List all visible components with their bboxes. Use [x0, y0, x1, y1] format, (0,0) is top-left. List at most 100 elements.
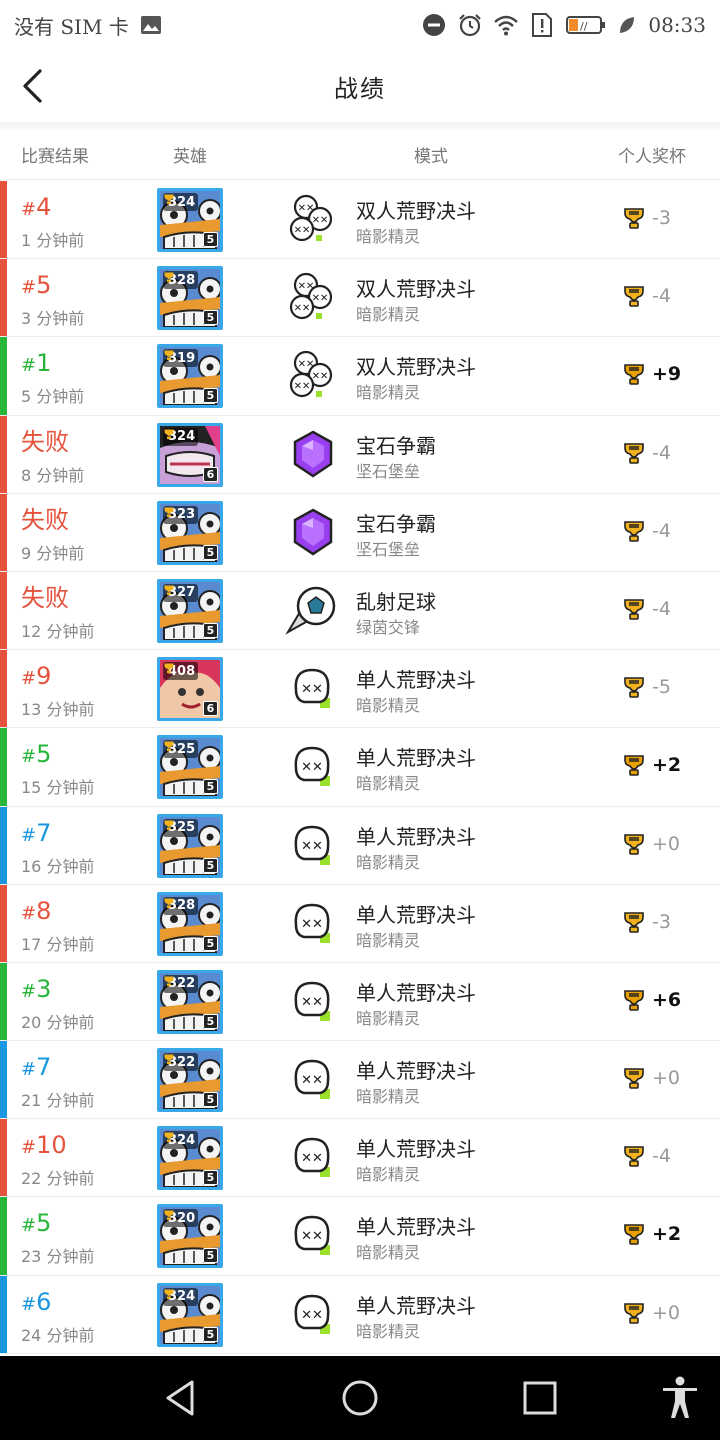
back-button[interactable] — [10, 64, 54, 108]
trophy-change: -5 — [652, 676, 671, 699]
rank-value: 失败 — [21, 505, 69, 534]
mode-name: 双人荒野决斗 — [356, 277, 476, 302]
hero-trophy-badge: 327 — [163, 583, 199, 602]
trophy-icon — [622, 597, 646, 621]
result-stripe — [0, 493, 7, 571]
svg-text:✕✕: ✕✕ — [312, 371, 329, 382]
column-trophy: 个人奖杯 — [618, 147, 686, 167]
rank-value: 1 — [36, 349, 52, 378]
rank-hash: # — [21, 355, 37, 377]
hero-avatar[interactable]: 325 5 — [157, 735, 223, 800]
match-rank: 失败 — [21, 506, 69, 537]
map-name: 绿茵交锋 — [356, 617, 421, 637]
column-hero: 英雄 — [173, 147, 207, 167]
hero-level-badge: 5 — [203, 544, 218, 560]
carrier-label: 没有 SIM 卡 — [14, 14, 129, 39]
trophy-change: -3 — [652, 207, 671, 229]
hero-trophy-badge: 324 — [163, 193, 199, 211]
hero-avatar[interactable]: 322 5 — [157, 969, 223, 1034]
hero-avatar[interactable]: 328 5 — [157, 266, 223, 331]
chevron-left-icon — [23, 69, 42, 103]
hero-avatar[interactable]: 324 5 — [157, 1126, 223, 1191]
rank-value: 10 — [36, 1131, 67, 1160]
match-row[interactable]: #5 3 分钟前 328 5 ✕✕ ✕✕ ✕✕ 双人荒野决斗 暗影精灵 -4 — [0, 259, 720, 338]
leaf-icon — [618, 13, 636, 37]
match-rank: #5 — [21, 271, 51, 302]
match-time: 12 分钟前 — [21, 621, 95, 641]
hero-avatar[interactable]: 324 5 — [157, 188, 223, 252]
match-row[interactable]: #10 22 分钟前 324 5 ✕✕ 单人荒野决斗 暗影精灵 -4 — [0, 1119, 720, 1198]
hero-avatar[interactable]: 322 5 — [157, 1048, 223, 1113]
hero-trophy-badge: 325 — [163, 818, 199, 837]
mode-name: 单人荒野决斗 — [356, 902, 476, 927]
trophy-icon — [622, 1066, 646, 1090]
match-time: 23 分钟前 — [21, 1247, 95, 1267]
match-row[interactable]: #1 5 分钟前 319 5 ✕✕ ✕✕ ✕✕ 双人荒野决斗 暗影精灵 +9 — [0, 337, 720, 416]
match-row[interactable]: #4 1 分钟前 324 5 ✕✕ ✕✕ ✕✕ 双人荒野决斗 暗影精灵 -3 — [0, 181, 720, 260]
svg-text:✕✕: ✕✕ — [294, 225, 311, 236]
mode-name: 单人荒野决斗 — [356, 668, 476, 693]
match-row[interactable]: #7 21 分钟前 322 5 ✕✕ 单人荒野决斗 暗影精灵 +0 — [0, 1041, 720, 1120]
hero-level-badge: 5 — [203, 1013, 218, 1029]
hero-avatar[interactable]: 324 5 — [157, 1282, 223, 1347]
trophy-change: -4 — [652, 285, 671, 308]
app-root: 没有 SIM 卡 // 08:33 战绩 比赛结果 英雄 模式 个人奖杯 #4 … — [0, 0, 720, 1440]
match-time: 5 分钟前 — [21, 387, 85, 407]
rank-hash: # — [21, 902, 37, 924]
result-stripe — [0, 806, 7, 884]
trophy-icon — [622, 675, 646, 699]
hero-avatar[interactable]: 320 5 — [157, 1204, 223, 1269]
map-name: 暗影精灵 — [356, 1087, 421, 1107]
match-row[interactable]: #5 23 分钟前 320 5 ✕✕ 单人荒野决斗 暗影精灵 +2 — [0, 1197, 720, 1276]
hero-trophy-badge: 324 — [163, 1131, 199, 1150]
sim-alert-icon — [530, 13, 554, 37]
hero-level-badge: 5 — [203, 388, 218, 404]
match-time: 13 分钟前 — [21, 700, 95, 720]
hero-avatar[interactable]: 324 6 — [157, 422, 223, 487]
mode-name: 宝石争霸 — [356, 433, 436, 458]
trophy-icon — [622, 1301, 646, 1325]
hero-avatar[interactable]: 323 5 — [157, 500, 223, 565]
match-row[interactable]: #7 16 分钟前 325 5 ✕✕ 单人荒野决斗 暗影精灵 +0 — [0, 806, 720, 885]
nav-home-button[interactable] — [336, 1374, 384, 1422]
hero-avatar[interactable]: 408 6 — [157, 657, 223, 722]
navigation-bar — [0, 1356, 720, 1440]
result-stripe — [0, 415, 7, 493]
trophy-icon — [622, 910, 646, 934]
match-row[interactable]: 失败 9 分钟前 323 5 宝石争霸 坚石堡垒 -4 — [0, 493, 720, 572]
match-row[interactable]: #8 17 分钟前 328 5 ✕✕ 单人荒野决斗 暗影精灵 -3 — [0, 884, 720, 963]
match-row[interactable]: 失败 8 分钟前 324 6 宝石争霸 坚石堡垒 -4 — [0, 415, 720, 494]
match-row[interactable]: 失败 12 分钟前 327 5 乱射足球 绿茵交锋 -4 — [0, 571, 720, 651]
match-rank: #6 — [21, 1288, 51, 1319]
svg-text:✕✕: ✕✕ — [312, 293, 329, 304]
match-row[interactable]: #5 15 分钟前 325 5 ✕✕ 单人荒野决斗 暗影精灵 +2 — [0, 728, 720, 807]
solo-showdown-icon: ✕✕ — [284, 1286, 342, 1344]
hero-level-badge: 5 — [203, 935, 218, 951]
back-triangle-icon — [166, 1380, 194, 1416]
trophy-icon — [622, 1222, 646, 1246]
hero-trophy-badge: 408 — [163, 662, 199, 681]
hero-level-badge: 5 — [203, 232, 218, 247]
hero-avatar[interactable]: 327 5 — [157, 578, 223, 643]
nav-accessibility-button[interactable] — [656, 1374, 704, 1422]
nav-back-button[interactable] — [156, 1374, 204, 1422]
match-row[interactable]: #9 13 分钟前 408 6 ✕✕ 单人荒野决斗 暗影精灵 -5 — [0, 650, 720, 729]
hero-avatar[interactable]: 319 5 — [157, 344, 223, 409]
rank-hash: # — [21, 199, 37, 220]
trophy-icon — [622, 362, 646, 386]
mode-name: 宝石争霸 — [356, 511, 436, 536]
rank-value: 8 — [36, 896, 52, 925]
map-name: 暗影精灵 — [356, 930, 421, 950]
match-row[interactable]: #3 20 分钟前 322 5 ✕✕ 单人荒野决斗 暗影精灵 +6 — [0, 962, 720, 1042]
hero-level-badge: 6 — [203, 701, 218, 717]
map-name: 暗影精灵 — [356, 227, 421, 246]
svg-text:✕✕: ✕✕ — [301, 917, 323, 932]
hero-trophy-badge: 323 — [163, 505, 199, 524]
map-name: 暗影精灵 — [356, 1243, 421, 1263]
duo-showdown-icon: ✕✕ ✕✕ ✕✕ — [284, 191, 342, 249]
match-row[interactable]: #6 24 分钟前 324 5 ✕✕ 单人荒野决斗 暗影精灵 +0 — [0, 1275, 720, 1354]
hero-avatar[interactable]: 325 5 — [157, 813, 223, 878]
hero-trophy-badge: 322 — [163, 974, 199, 993]
hero-avatar[interactable]: 328 5 — [157, 891, 223, 956]
nav-recents-button[interactable] — [516, 1374, 564, 1422]
